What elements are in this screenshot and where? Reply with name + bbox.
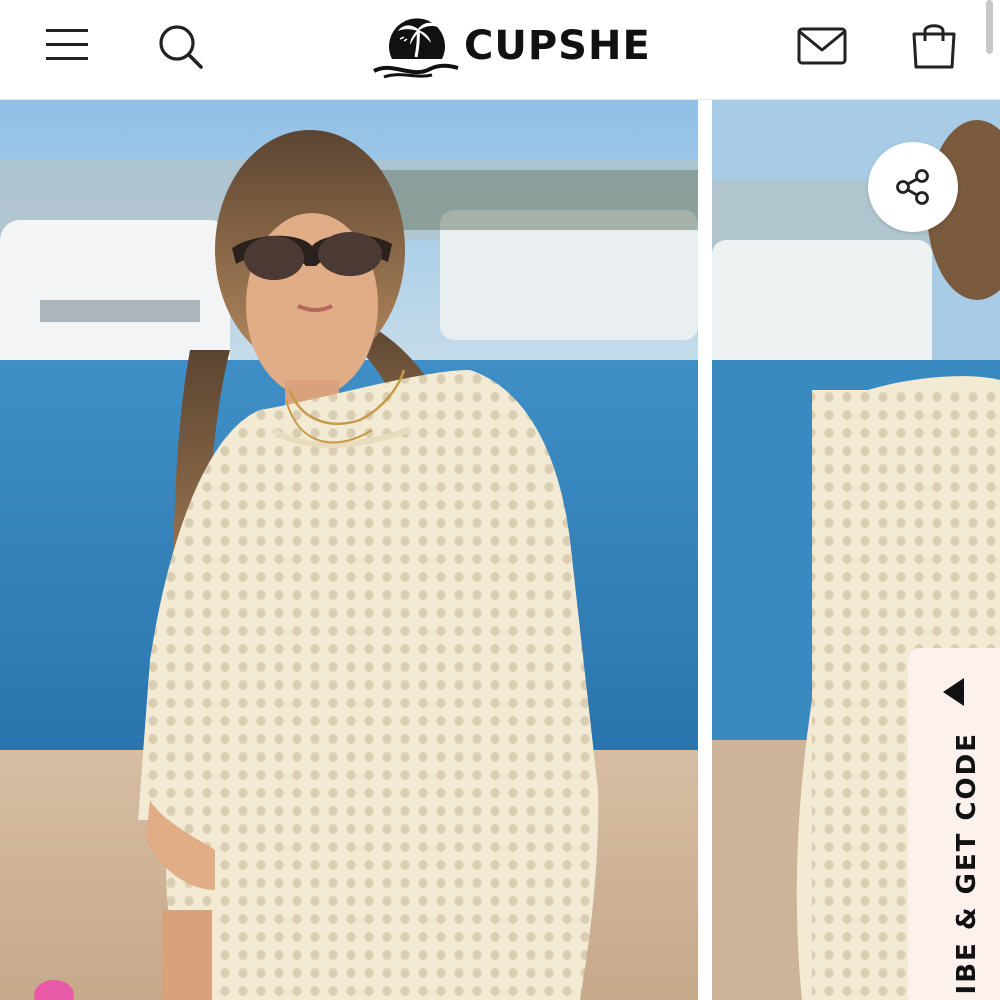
search-icon[interactable] (156, 22, 204, 70)
top-navigation-bar: CUPSHE (0, 0, 1000, 100)
page-scrollbar[interactable] (986, 0, 993, 54)
palm-tree-logo-icon (373, 18, 459, 79)
hamburger-menu-icon[interactable] (44, 24, 90, 66)
shopping-bag-icon[interactable] (908, 20, 960, 70)
share-icon (896, 169, 929, 205)
product-image-gallery[interactable]: IBE & GET CODE (0, 100, 1000, 1000)
subscribe-get-code-tab[interactable]: IBE & GET CODE (908, 648, 1000, 1000)
mail-icon[interactable] (796, 26, 848, 66)
share-button[interactable] (868, 142, 958, 232)
product-photo-front[interactable] (0, 100, 698, 1000)
brand-logo[interactable]: CUPSHE (372, 12, 651, 80)
subscribe-tab-label: IBE & GET CODE (952, 732, 982, 995)
brand-name: CUPSHE (464, 23, 651, 69)
triangle-up-icon (943, 678, 964, 706)
